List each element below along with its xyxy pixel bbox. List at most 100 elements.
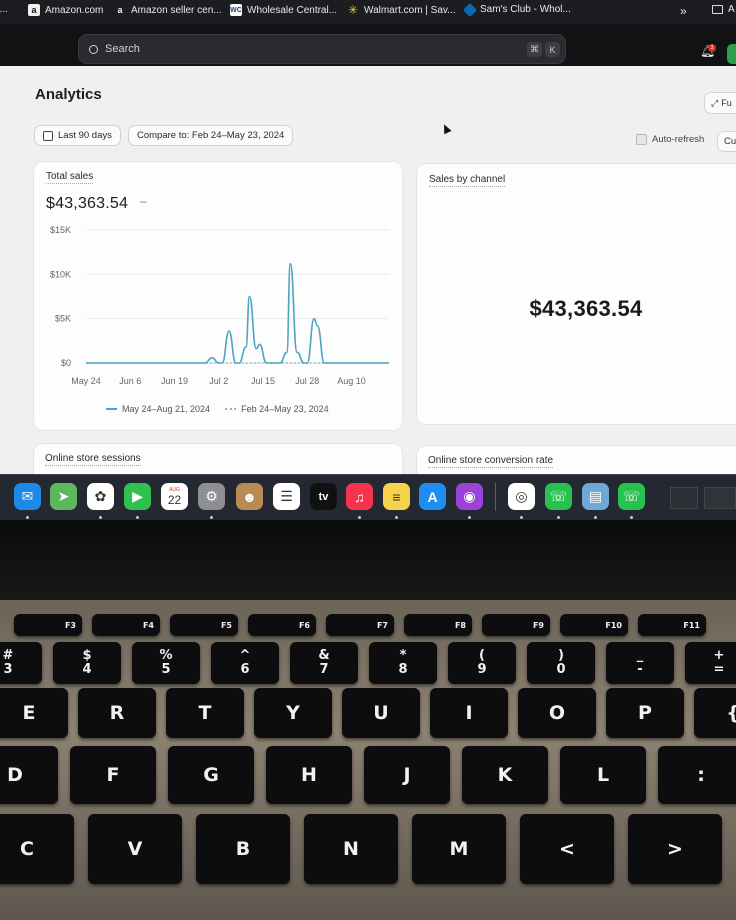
function-key[interactable]: F7 xyxy=(326,614,394,636)
date-range-button[interactable]: Last 90 days xyxy=(34,125,121,146)
bookmark-sams-club[interactable]: Sam's Club - Whol... xyxy=(462,2,571,17)
full-screen-button[interactable]: ⤢ Fu xyxy=(704,92,736,114)
letter-key[interactable]: > xyxy=(628,814,722,884)
photos-icon[interactable]: ✿ xyxy=(87,483,114,510)
key-legend: 4 xyxy=(82,662,92,677)
letter-key[interactable]: E xyxy=(0,688,68,738)
bookmark-walmart[interactable]: ✳ Walmart.com | Sav... xyxy=(347,3,456,17)
whatsapp-icon[interactable]: ☏ xyxy=(545,483,572,510)
letter-key[interactable]: T xyxy=(166,688,244,738)
key-legend: 8 xyxy=(398,662,408,677)
preview-icon[interactable]: ▤ xyxy=(582,483,609,510)
key-shift-legend: ) xyxy=(558,648,564,664)
sales-by-channel-card[interactable]: Sales by channel $43,363.54 xyxy=(416,163,736,425)
y-tick-label: $15K xyxy=(50,225,71,235)
number-key[interactable]: % 5 xyxy=(132,642,200,684)
function-key[interactable]: F11 xyxy=(638,614,706,636)
dock-thumbnail[interactable] xyxy=(704,487,736,509)
letter-key[interactable]: N xyxy=(304,814,398,884)
letter-key[interactable]: V xyxy=(88,814,182,884)
key-shift-legend: # xyxy=(2,648,14,664)
bookmarks-overflow-button[interactable]: » xyxy=(680,4,687,18)
letter-key[interactable]: O xyxy=(518,688,596,738)
letter-key[interactable]: K xyxy=(462,746,548,804)
number-key[interactable]: * 8 xyxy=(369,642,437,684)
number-key[interactable]: + = xyxy=(685,642,736,684)
number-key[interactable]: #3 xyxy=(0,642,42,684)
chrome-icon[interactable]: ◎ xyxy=(508,483,535,510)
key-shift-legend: * xyxy=(399,648,407,664)
key-shift-legend: ^ xyxy=(239,648,251,664)
letter-key[interactable]: R xyxy=(78,688,156,738)
apple-tv-icon[interactable]: tv xyxy=(310,483,337,510)
letter-key[interactable]: L xyxy=(560,746,646,804)
letter-key[interactable]: : xyxy=(658,746,736,804)
function-key[interactable]: F4 xyxy=(92,614,160,636)
function-key[interactable]: F6 xyxy=(248,614,316,636)
bookmark-item[interactable]: o... xyxy=(0,4,8,15)
music-icon[interactable]: ♫ xyxy=(346,483,373,510)
letter-key[interactable]: J xyxy=(364,746,450,804)
letter-key[interactable]: { xyxy=(694,688,736,738)
bookmark-wholesale-central[interactable]: WC Wholesale Central... xyxy=(230,4,337,16)
auto-refresh-checkbox[interactable] xyxy=(636,134,647,145)
key-shift-legend: _ xyxy=(636,648,644,664)
system-settings-icon[interactable]: ⚙ xyxy=(198,483,225,510)
folder-icon xyxy=(712,5,723,14)
letter-key[interactable]: Y xyxy=(254,688,332,738)
search-bar[interactable]: Search ⌘ K xyxy=(78,34,566,64)
podcasts-icon[interactable]: ◉ xyxy=(456,483,483,510)
compare-button[interactable]: Compare to: Feb 24–May 23, 2024 xyxy=(128,125,294,146)
function-key[interactable]: F8 xyxy=(404,614,472,636)
whatsapp-icon[interactable]: ☏ xyxy=(618,483,645,510)
number-key[interactable]: & 7 xyxy=(290,642,358,684)
key-shift-legend: + xyxy=(713,648,725,664)
bookmark-amazon-seller[interactable]: a Amazon seller cen... xyxy=(114,4,221,16)
customize-button[interactable]: Cu xyxy=(717,131,736,152)
auto-refresh-toggle[interactable]: Auto-refresh xyxy=(636,134,704,145)
number-key[interactable]: _ - xyxy=(606,642,674,684)
letter-key[interactable]: H xyxy=(266,746,352,804)
app-store-icon[interactable]: A xyxy=(419,483,446,510)
total-sales-card[interactable]: Total sales $43,363.54 – $15K $10K $5K $0 Ma… xyxy=(33,161,403,431)
function-key[interactable]: F5 xyxy=(170,614,238,636)
dock-separator xyxy=(495,483,496,511)
online-store-sessions-card[interactable]: Online store sessions xyxy=(33,443,403,474)
number-key[interactable]: ) 0 xyxy=(527,642,595,684)
letter-key[interactable]: I xyxy=(430,688,508,738)
facetime-icon[interactable]: ▶ xyxy=(124,483,151,510)
number-key[interactable]: ^ 6 xyxy=(211,642,279,684)
calendar-icon[interactable]: AUG 22 xyxy=(161,483,188,510)
function-key[interactable]: F10 xyxy=(560,614,628,636)
y-tick-label: $10K xyxy=(50,269,71,279)
conversion-rate-card[interactable]: Online store conversion rate xyxy=(416,445,736,474)
letter-key[interactable]: D xyxy=(0,746,58,804)
k-key-hint: K xyxy=(545,42,560,57)
store-avatar[interactable] xyxy=(727,44,736,64)
letter-key[interactable]: B xyxy=(196,814,290,884)
bookmarks-folder[interactable]: A xyxy=(712,4,735,15)
maps-icon[interactable]: ➤ xyxy=(50,483,77,510)
letter-key[interactable]: < xyxy=(520,814,614,884)
letter-key[interactable]: U xyxy=(342,688,420,738)
function-key[interactable]: F3 xyxy=(14,614,82,636)
contacts-icon[interactable]: ☻ xyxy=(236,483,263,510)
bookmark-label: Amazon.com xyxy=(45,4,104,16)
y-tick-label: $0 xyxy=(61,358,71,368)
search-icon xyxy=(89,44,98,54)
number-key[interactable]: $4 xyxy=(53,642,121,684)
letter-key[interactable]: M xyxy=(412,814,506,884)
mail-icon[interactable]: ✉ xyxy=(14,483,41,510)
reminders-icon[interactable]: ☰ xyxy=(273,483,300,510)
letter-key[interactable]: F xyxy=(70,746,156,804)
number-key[interactable]: (9 xyxy=(448,642,516,684)
letter-key[interactable]: C xyxy=(0,814,74,884)
letter-key[interactable]: P xyxy=(606,688,684,738)
letter-key[interactable]: G xyxy=(168,746,254,804)
x-tick-label: Aug 10 xyxy=(337,376,366,386)
notification-badge: 3 xyxy=(708,44,716,52)
function-key[interactable]: F9 xyxy=(482,614,550,636)
notes-icon[interactable]: ≡ xyxy=(383,483,410,510)
dock-thumbnail[interactable] xyxy=(670,487,698,509)
bookmark-amazon[interactable]: a Amazon.com xyxy=(28,4,103,16)
